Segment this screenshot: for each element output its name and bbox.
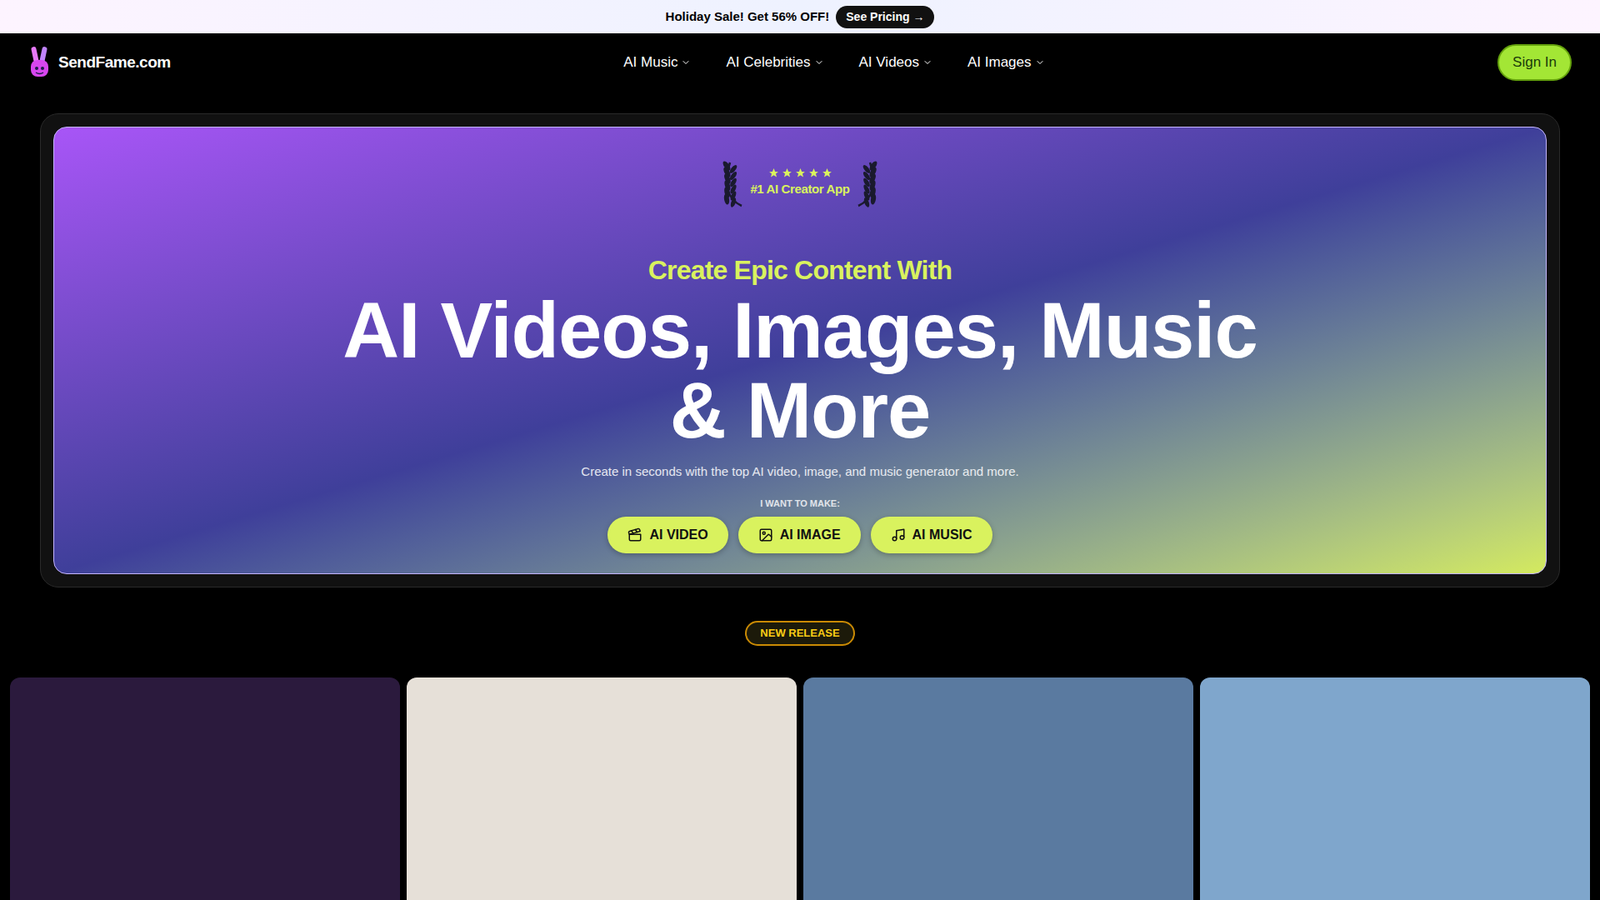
star-icon: [821, 167, 833, 179]
make-prompt: I WANT TO MAKE:: [760, 496, 840, 511]
promo-text: Holiday Sale! Get 56% OFF!: [665, 7, 830, 27]
hero: #1 AI Creator App Create Epic Content Wit…: [53, 126, 1547, 575]
nav-item[interactable]: AI Music: [623, 51, 691, 74]
release-card[interactable]: [803, 677, 1194, 900]
chevron-down-icon: [680, 57, 691, 68]
release-card[interactable]: [10, 677, 400, 900]
make-button[interactable]: AI MUSIC: [870, 516, 993, 554]
make-buttons: AI VIDEO AI IMAGEAI MUSIC: [607, 516, 992, 554]
new-release-badge: NEW RELEASE: [745, 620, 855, 646]
make-button[interactable]: AI IMAGE: [738, 516, 861, 554]
clapperboard-icon: [627, 527, 643, 543]
star-icon: [808, 167, 820, 179]
sign-in-button[interactable]: Sign In: [1497, 44, 1572, 81]
release-cards: [0, 677, 1600, 900]
award-badge: #1 AI Creator App: [720, 157, 880, 210]
image-icon: [758, 527, 774, 543]
release-card[interactable]: [406, 677, 797, 900]
promo-banner: Holiday Sale! Get 56% OFF!See Pricing →: [0, 0, 1600, 34]
hero-title: AI Videos, Images, Music& More: [342, 290, 1257, 451]
laurel-icon: [853, 157, 880, 210]
star-icon: [795, 167, 806, 179]
chevron-down-icon: [1035, 57, 1045, 68]
chevron-down-icon: [922, 57, 933, 68]
hero-frame: #1 AI Creator App Create Epic Content Wit…: [40, 113, 1560, 588]
logo-text: SendFame.com: [58, 50, 171, 75]
laurel-icon: [720, 157, 747, 210]
page: Holiday Sale! Get 56% OFF!See Pricing →S…: [0, 0, 1600, 900]
star-rating: [768, 167, 833, 179]
nav-item[interactable]: AI Images: [967, 51, 1045, 74]
music-note-icon: [890, 527, 906, 543]
top-nav: SendFame.com AI Music AI Celebrities AI Vid…: [0, 33, 1600, 92]
nav-menu: AI Music AI Celebrities AI Videos AI Images: [170, 51, 1498, 74]
award-label: #1 AI Creator App: [750, 180, 850, 200]
star-icon: [781, 167, 793, 179]
hero-description: Create in seconds with the top AI video,…: [580, 462, 1019, 482]
star-icon: [768, 167, 780, 179]
chevron-down-icon: [814, 57, 825, 68]
see-pricing-button[interactable]: See Pricing →: [835, 5, 935, 29]
logo[interactable]: SendFame.com: [28, 45, 171, 80]
hero-eyebrow: Create Epic Content With: [648, 254, 953, 286]
nav-item[interactable]: AI Celebrities: [725, 51, 824, 74]
nav-item[interactable]: AI Videos: [859, 51, 933, 74]
make-button[interactable]: AI VIDEO: [607, 516, 728, 554]
peace-hand-icon: [28, 45, 52, 80]
release-card[interactable]: [1200, 677, 1590, 900]
